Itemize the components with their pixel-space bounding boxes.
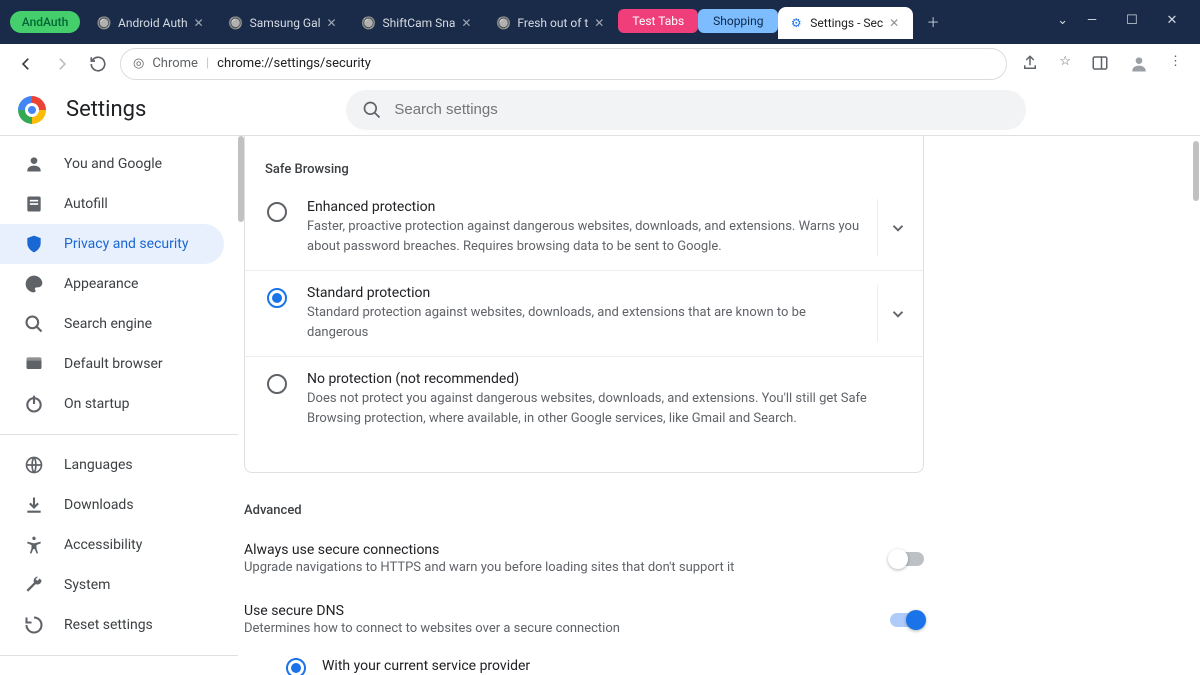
- search-settings-box[interactable]: [346, 90, 1026, 130]
- window-controls: — ☐ ✕: [1078, 13, 1196, 32]
- settings-main: Safe Browsing Enhanced protection Faster…: [244, 136, 1200, 675]
- option-standard-protection[interactable]: Standard protection Standard protection …: [245, 271, 923, 357]
- radio-icon[interactable]: [286, 658, 306, 675]
- wrench-icon: [24, 575, 44, 595]
- tab-samsung[interactable]: 🔘 Samsung Gal ✕: [218, 7, 351, 39]
- bookmark-icon[interactable]: ☆: [1059, 54, 1071, 74]
- option-no-protection[interactable]: No protection (not recommended) Does not…: [245, 357, 923, 442]
- option-dns-current-provider[interactable]: With your current service provider Secur…: [244, 650, 924, 675]
- chrome-logo-icon: [18, 96, 46, 124]
- toggle-secure-dns[interactable]: [890, 613, 924, 627]
- setting-always-secure: Always use secure connections Upgrade na…: [244, 528, 924, 589]
- tab-shiftcam[interactable]: 🔘 ShiftCam Sna ✕: [351, 7, 486, 39]
- nav-privacy-security[interactable]: Privacy and security: [0, 224, 224, 264]
- tab-settings[interactable]: ⚙ Settings - Sec ✕: [778, 7, 913, 39]
- close-icon[interactable]: ✕: [327, 16, 341, 30]
- close-window-button[interactable]: ✕: [1164, 13, 1180, 28]
- favicon-icon: 🔘: [96, 15, 112, 31]
- favicon-icon: 🔘: [228, 15, 244, 31]
- accessibility-icon: [24, 535, 44, 555]
- tab-android-auth[interactable]: 🔘 Android Auth ✕: [86, 7, 218, 39]
- side-panel-icon[interactable]: [1091, 54, 1109, 74]
- browser-toolbar: ◎ Chrome | chrome://settings/security ☆ …: [0, 44, 1200, 84]
- window-titlebar: AndAuth 🔘 Android Auth ✕ 🔘 Samsung Gal ✕…: [0, 0, 1200, 44]
- autofill-icon: [24, 194, 44, 214]
- minimize-button[interactable]: —: [1084, 13, 1100, 28]
- close-icon[interactable]: ✕: [194, 16, 208, 30]
- close-icon[interactable]: ✕: [594, 16, 608, 30]
- new-tab-button[interactable]: ＋: [919, 7, 947, 35]
- nav-appearance[interactable]: Appearance: [0, 264, 224, 304]
- person-icon: [24, 154, 44, 174]
- tab-group-shopping[interactable]: Shopping: [698, 9, 778, 33]
- reset-icon: [24, 615, 44, 635]
- omnibox[interactable]: ◎ Chrome | chrome://settings/security: [120, 48, 1007, 80]
- menu-icon[interactable]: ⋮: [1169, 54, 1182, 74]
- main-scrollbar[interactable]: [1193, 141, 1199, 201]
- page-title: Settings: [66, 97, 146, 122]
- nav-autofill[interactable]: Autofill: [0, 184, 224, 224]
- option-enhanced-protection[interactable]: Enhanced protection Faster, proactive pr…: [245, 185, 923, 271]
- section-title-advanced: Advanced: [244, 473, 924, 528]
- tab-group-testtabs[interactable]: Test Tabs: [618, 9, 698, 33]
- settings-sidebar: You and Google Autofill Privacy and secu…: [0, 136, 238, 675]
- tab-fresh[interactable]: 🔘 Fresh out of t ✕: [485, 7, 618, 39]
- radio-icon[interactable]: [267, 288, 287, 308]
- toggle-always-secure[interactable]: [890, 552, 924, 566]
- nav-you-and-google[interactable]: You and Google: [0, 144, 224, 184]
- close-icon[interactable]: ✕: [461, 16, 475, 30]
- maximize-button[interactable]: ☐: [1124, 13, 1140, 28]
- gear-icon: ⚙: [788, 15, 804, 31]
- power-icon: [24, 394, 44, 414]
- forward-button[interactable]: [48, 50, 76, 78]
- tab-group-andauth[interactable]: AndAuth: [10, 11, 80, 33]
- search-icon: [24, 314, 44, 334]
- nav-on-startup[interactable]: On startup: [0, 384, 224, 424]
- chevron-down-icon: [889, 305, 907, 323]
- safe-browsing-card: Safe Browsing Enhanced protection Faster…: [244, 136, 924, 473]
- expand-button[interactable]: [877, 285, 917, 342]
- chevron-down-icon: [889, 219, 907, 237]
- nav-reset-settings[interactable]: Reset settings: [0, 605, 224, 645]
- expand-button[interactable]: [877, 199, 917, 256]
- shield-icon: [24, 234, 44, 254]
- tabs-dropdown-icon[interactable]: ⌄: [1057, 13, 1068, 28]
- divider: [0, 434, 238, 435]
- nav-default-browser[interactable]: Default browser: [0, 344, 224, 384]
- palette-icon: [24, 274, 44, 294]
- close-icon[interactable]: ✕: [889, 16, 903, 30]
- nav-search-engine[interactable]: Search engine: [0, 304, 224, 344]
- section-title: Safe Browsing: [245, 142, 923, 185]
- search-icon: [362, 100, 382, 120]
- profile-icon[interactable]: [1129, 54, 1149, 74]
- nav-system[interactable]: System: [0, 565, 224, 605]
- radio-icon[interactable]: [267, 202, 287, 222]
- share-icon[interactable]: [1021, 54, 1039, 74]
- divider: [0, 655, 238, 656]
- site-info-icon[interactable]: ◎: [133, 56, 144, 71]
- browser-icon: [24, 354, 44, 374]
- settings-header: Settings: [0, 84, 1200, 136]
- nav-languages[interactable]: Languages: [0, 445, 224, 485]
- nav-accessibility[interactable]: Accessibility: [0, 525, 224, 565]
- tabstrip: AndAuth 🔘 Android Auth ✕ 🔘 Samsung Gal ✕…: [4, 5, 1051, 39]
- radio-icon[interactable]: [267, 374, 287, 394]
- favicon-icon: 🔘: [495, 15, 511, 31]
- favicon-icon: 🔘: [361, 15, 377, 31]
- reload-button[interactable]: [84, 50, 112, 78]
- back-button[interactable]: [12, 50, 40, 78]
- search-settings-input[interactable]: [394, 101, 1010, 118]
- globe-icon: [24, 455, 44, 475]
- setting-secure-dns: Use secure DNS Determines how to connect…: [244, 589, 924, 650]
- download-icon: [24, 495, 44, 515]
- nav-downloads[interactable]: Downloads: [0, 485, 224, 525]
